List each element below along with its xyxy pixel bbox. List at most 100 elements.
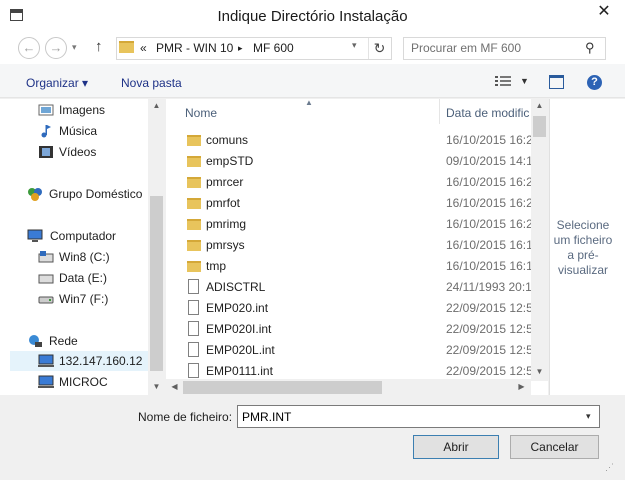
file-date: 16/10/2015 16:1: [446, 238, 531, 252]
folder-icon: [187, 135, 201, 146]
open-button[interactable]: Abrir: [413, 435, 499, 459]
filename-dropdown-icon[interactable]: ▾: [586, 411, 591, 422]
file-name: pmrcer: [206, 175, 244, 189]
file-row[interactable]: pmrsys 16/10/2015 16:1: [185, 235, 531, 256]
file-date: 22/09/2015 12:5: [446, 343, 531, 357]
file-row[interactable]: EMP020.int 22/09/2015 12:5: [185, 298, 531, 319]
nav-label: Grupo Doméstico: [49, 187, 143, 201]
file-row[interactable]: tmp 16/10/2015 16:1: [185, 256, 531, 277]
new-folder-button[interactable]: Nova pasta: [121, 76, 182, 90]
column-header-date[interactable]: Data de modific: [446, 106, 529, 120]
nav-item-network-host-selected[interactable]: 132.147.160.12: [10, 351, 148, 371]
window-title: Indique Directório Instalação: [217, 8, 408, 25]
view-dropdown-icon[interactable]: ▼: [520, 76, 529, 86]
folder-icon: [187, 177, 201, 188]
scroll-right-icon[interactable]: ▶: [513, 382, 530, 391]
file-date: 16/10/2015 16:1: [446, 259, 531, 273]
scroll-up-icon[interactable]: ▲: [148, 101, 165, 110]
nav-label: Rede: [49, 334, 78, 348]
breadcrumb-pmr-win10[interactable]: PMR - WIN 10: [156, 41, 233, 55]
nav-label: Vídeos: [59, 145, 97, 159]
search-placeholder: Procurar em MF 600: [411, 41, 522, 55]
file-name: EMP020I.int: [206, 322, 272, 336]
file-icon: [188, 363, 199, 378]
file-row[interactable]: pmrfot 16/10/2015 16:2: [185, 193, 531, 214]
file-row[interactable]: EMP020L.int 22/09/2015 12:5: [185, 340, 531, 361]
network-computer-icon: [38, 375, 54, 388]
cancel-button[interactable]: Cancelar: [510, 435, 599, 459]
file-name: pmrimg: [206, 217, 247, 231]
resize-grip-icon[interactable]: ⋰: [605, 462, 619, 476]
scroll-down-icon[interactable]: ▼: [531, 367, 548, 376]
preview-pane-icon[interactable]: [549, 75, 564, 89]
address-dropdown-icon[interactable]: ▾: [352, 40, 357, 51]
file-icon: [188, 279, 199, 294]
navigation-pane[interactable]: Imagens Música Vídeos Grupo Doméstico Co…: [0, 99, 164, 395]
removable-drive-icon: [38, 296, 54, 304]
breadcrumb-separator-icon[interactable]: ▸: [238, 43, 243, 54]
command-bar: [0, 64, 625, 98]
list-horizontal-scroll-thumb[interactable]: [183, 381, 382, 394]
folder-icon: [187, 156, 201, 167]
organize-button[interactable]: Organizar ▾: [26, 76, 88, 90]
file-date: 22/09/2015 12:5: [446, 301, 531, 315]
up-arrow-icon[interactable]: ↑: [95, 38, 103, 55]
file-name: EMP020.int: [206, 301, 269, 315]
file-date: 09/10/2015 14:1: [446, 154, 531, 168]
file-name: empSTD: [206, 154, 254, 168]
close-button[interactable]: ✕: [589, 1, 619, 23]
nav-label: Data (E:): [59, 271, 108, 285]
videos-icon: [39, 146, 53, 158]
list-vertical-scrollbar[interactable]: ▲ ▼: [531, 99, 548, 381]
music-icon: [41, 125, 51, 138]
folder-icon: [187, 240, 201, 251]
preview-message: Selecione um ficheiro a pré-visualizar: [553, 218, 613, 277]
file-date: 16/10/2015 16:2: [446, 133, 531, 147]
help-icon[interactable]: ?: [587, 75, 602, 90]
network-icon: [29, 335, 42, 347]
computer-icon: [27, 229, 43, 242]
nav-scroll-thumb[interactable]: [150, 196, 163, 371]
list-scroll-thumb[interactable]: [533, 116, 546, 137]
file-name: pmrsys: [206, 238, 245, 252]
file-row[interactable]: empSTD 09/10/2015 14:1: [185, 151, 531, 172]
file-icon: [188, 321, 199, 336]
file-name: tmp: [206, 259, 227, 273]
scroll-up-icon[interactable]: ▲: [531, 101, 548, 110]
nav-label: Música: [59, 124, 98, 138]
file-name: comuns: [206, 133, 249, 147]
file-row[interactable]: pmrcer 16/10/2015 16:2: [185, 172, 531, 193]
sort-ascending-icon: ▲: [305, 98, 313, 107]
file-date: 22/09/2015 12:5: [446, 322, 531, 336]
file-icon: [188, 300, 199, 315]
address-overflow-chevron[interactable]: «: [140, 41, 147, 55]
scroll-down-icon[interactable]: ▼: [148, 382, 165, 391]
search-icon[interactable]: ⚲: [585, 40, 595, 56]
file-row[interactable]: pmrimg 16/10/2015 16:2: [185, 214, 531, 235]
back-button[interactable]: ←: [18, 37, 40, 59]
column-divider[interactable]: [439, 99, 440, 124]
drive-icon: [38, 251, 54, 263]
forward-button[interactable]: →: [45, 37, 67, 59]
recent-locations-chevron-icon[interactable]: ▾: [72, 42, 77, 53]
column-header-name[interactable]: Nome: [185, 106, 217, 120]
refresh-icon[interactable]: ↻: [368, 38, 390, 59]
file-name: EMP020L.int: [206, 343, 275, 357]
nav-label: Computador: [50, 229, 117, 243]
scroll-left-icon[interactable]: ◀: [166, 382, 183, 391]
view-details-icon[interactable]: [495, 75, 512, 88]
file-name: pmrfot: [206, 196, 241, 210]
file-date: 16/10/2015 16:2: [446, 196, 531, 210]
homegroup-icon: [28, 188, 42, 201]
file-icon: [188, 342, 199, 357]
filename-label: Nome de ficheiro:: [138, 410, 233, 424]
file-row[interactable]: ADISCTRL 24/11/1993 20:1: [185, 277, 531, 298]
file-row[interactable]: comuns 16/10/2015 16:2: [185, 130, 531, 151]
folder-icon: [187, 219, 201, 230]
nav-label: Imagens: [59, 103, 106, 117]
network-computer-icon: [38, 354, 54, 367]
nav-label: 132.147.160.12: [59, 354, 143, 368]
filename-field[interactable]: [237, 405, 600, 428]
breadcrumb-mf600[interactable]: MF 600: [253, 41, 294, 55]
file-row[interactable]: EMP020I.int 22/09/2015 12:5: [185, 319, 531, 340]
